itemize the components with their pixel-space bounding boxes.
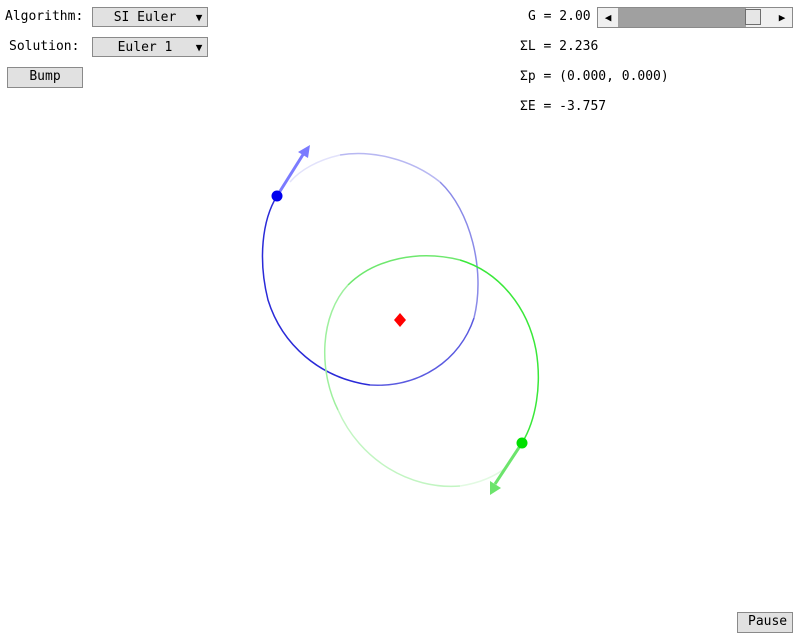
green-body[interactable] xyxy=(516,437,528,449)
blue-velocity-arrow xyxy=(275,145,310,197)
blue-body[interactable] xyxy=(271,190,283,202)
simulation-canvas xyxy=(261,145,540,495)
green-velocity-arrow xyxy=(490,442,524,495)
pause-button[interactable]: Pause xyxy=(737,612,793,633)
center-body[interactable] xyxy=(394,313,406,327)
